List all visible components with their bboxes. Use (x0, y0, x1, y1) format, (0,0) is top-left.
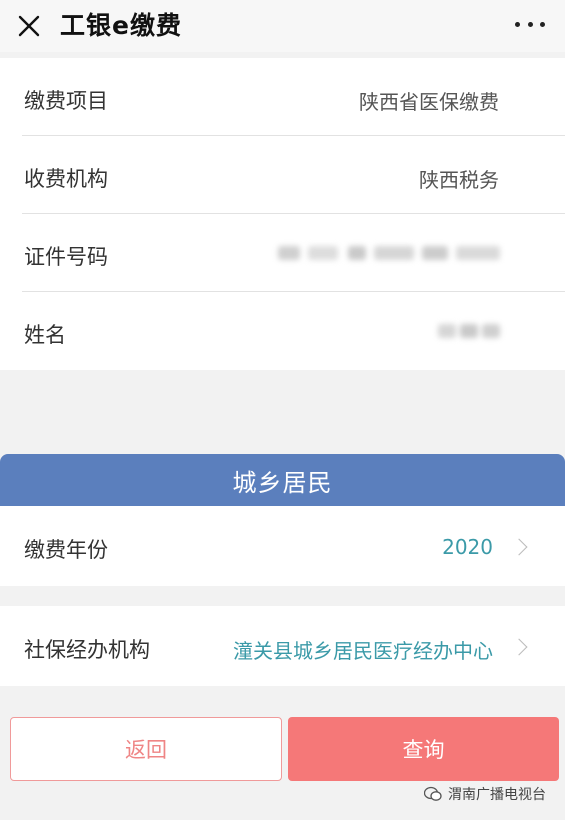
payment-year-label: 缴费年份 (24, 538, 108, 562)
page-title: 工银e缴费 (60, 11, 182, 40)
category-banner-text: 城乡居民 (232, 468, 333, 497)
social-security-agency-value: 潼关县城乡居民医疗经办中心 (233, 639, 493, 663)
wechat-icon (424, 786, 442, 801)
query-button[interactable]: 查询 (288, 717, 559, 781)
collecting-agency-value: 陕西税务 (419, 168, 499, 192)
info-row-payment-item: 缴费项目 陕西省医保缴费 (0, 58, 565, 136)
select-row-social-security-agency[interactable]: 社保经办机构 潼关县城乡居民医疗经办中心 (0, 606, 565, 686)
watermark: 渭南广播电视台 (424, 784, 546, 804)
info-row-id-number: 证件号码 (0, 214, 565, 292)
collecting-agency-label: 收费机构 (24, 167, 108, 191)
chevron-right-icon (510, 638, 528, 656)
id-number-redacted (278, 246, 503, 260)
payment-item-label: 缴费项目 (24, 89, 108, 113)
name-label: 姓名 (24, 323, 66, 347)
more-options-icon[interactable] (515, 12, 545, 36)
social-security-agency-label: 社保经办机构 (24, 638, 150, 662)
title-bar: 工银e缴费 (0, 0, 565, 52)
category-banner: 城乡居民 (0, 454, 565, 506)
chevron-right-icon (510, 538, 528, 556)
info-row-collecting-agency: 收费机构 陕西税务 (0, 136, 565, 214)
id-number-label: 证件号码 (24, 245, 108, 269)
name-redacted (438, 324, 502, 338)
payment-item-value: 陕西省医保缴费 (359, 90, 499, 114)
select-row-payment-year[interactable]: 缴费年份 2020 (0, 506, 565, 586)
info-row-name: 姓名 (0, 292, 565, 370)
payment-year-value: 2020 (442, 535, 493, 559)
back-button[interactable]: 返回 (10, 717, 282, 781)
close-icon[interactable] (14, 11, 44, 41)
watermark-text: 渭南广播电视台 (448, 787, 546, 803)
